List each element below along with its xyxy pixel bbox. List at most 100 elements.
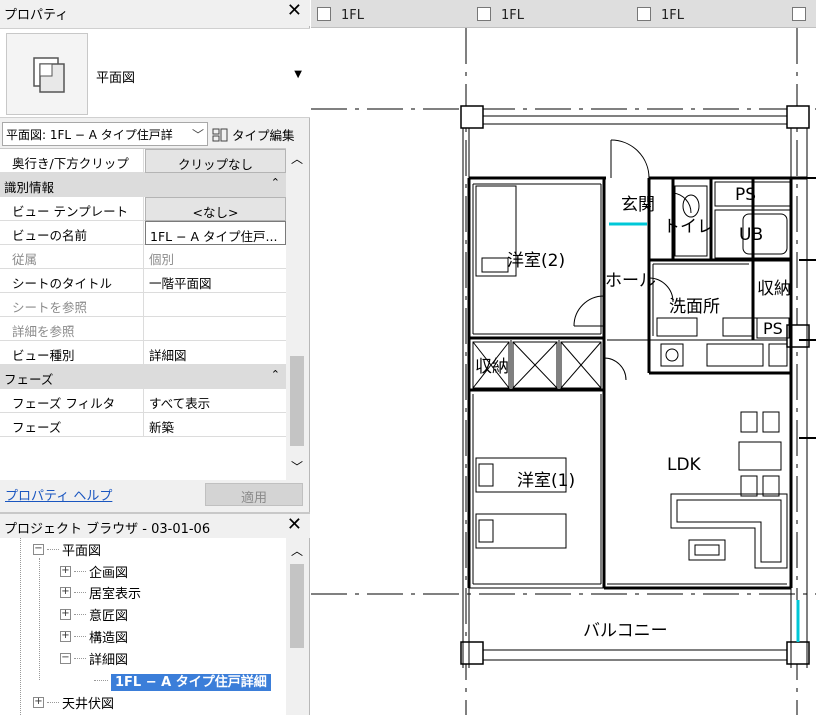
tree-node-label: 構造図 xyxy=(89,631,129,646)
prop-label: ビューの名前 xyxy=(0,221,144,245)
view-tab-icon xyxy=(477,7,491,21)
collapse-icon[interactable]: − xyxy=(60,653,71,664)
type-selector[interactable]: 平面図 ▼ xyxy=(0,28,310,118)
prop-row: 従属 個別 xyxy=(0,245,286,269)
view-tab-label: 1FL xyxy=(341,8,364,23)
type-dropdown-icon[interactable]: ▼ xyxy=(294,69,302,80)
tree-connector xyxy=(74,636,86,637)
prop-row: ビュー種別 詳細図 xyxy=(0,341,286,365)
prop-label: 詳細を参照 xyxy=(0,317,144,341)
view-type-field[interactable]: 詳細図 xyxy=(145,341,286,365)
tree-guide xyxy=(39,558,40,680)
project-tree-scrollbar[interactable]: ︿ xyxy=(286,538,308,715)
view-tab-icon xyxy=(792,7,806,21)
project-browser-titlebar: プロジェクト ブラウザ - 03-01-06 ✕ xyxy=(0,512,310,538)
expand-icon[interactable]: + xyxy=(60,566,71,577)
prop-label: シートのタイトル xyxy=(0,269,144,293)
view-tab[interactable]: 1FL xyxy=(317,0,364,28)
drawing-canvas[interactable]: 1FL 1FL 1FL 玄関 トイレ PS UB 洋室(2) ホール 洗面所 収… xyxy=(311,0,816,715)
prop-row: フェーズ フィルタ すべて表示 xyxy=(0,389,286,413)
properties-scrollbar[interactable]: ︿ ﹀ xyxy=(286,148,308,480)
type-name: 平面図 xyxy=(96,71,136,86)
scroll-thumb[interactable] xyxy=(290,564,304,648)
tree-connector xyxy=(94,680,108,681)
view-tab-icon xyxy=(637,7,651,21)
tree-node-kyoshitsu[interactable]: + 居室表示 xyxy=(60,583,141,605)
tree-guide xyxy=(20,538,21,715)
view-tab[interactable]: 1FL xyxy=(477,0,524,28)
room-label-ps2: PS xyxy=(763,319,783,338)
tree-connector xyxy=(74,614,86,615)
tree-node-kikaku[interactable]: + 企画図 xyxy=(60,562,128,584)
prop-label: 奥行き/下方クリップ xyxy=(0,149,144,173)
room-label-shuno: 収納 xyxy=(475,357,509,377)
tree-node-isho[interactable]: + 意匠図 xyxy=(60,605,128,627)
project-browser-close-icon[interactable]: ✕ xyxy=(287,514,302,535)
tree-node-ceiling[interactable]: + 天井伏図 xyxy=(33,693,114,715)
floor-plan-icon xyxy=(6,33,88,115)
room-label-genkan: 玄関 xyxy=(621,195,655,215)
sheet-title-field[interactable]: 一階平面図 xyxy=(145,269,286,293)
scroll-up-icon[interactable]: ︿ xyxy=(291,542,303,559)
expand-icon[interactable]: + xyxy=(33,697,44,708)
view-tab[interactable]: 1FL xyxy=(637,0,684,28)
tree-node-label: 居室表示 xyxy=(89,587,142,602)
room-label-ldk: LDK xyxy=(667,455,702,475)
collapse-icon[interactable]: ⌃ xyxy=(271,368,280,381)
collapse-icon[interactable]: − xyxy=(33,544,44,555)
tree-connector xyxy=(74,658,86,659)
apply-button[interactable]: 適用 xyxy=(205,483,303,506)
tree-node-plan[interactable]: − 平面図 xyxy=(33,540,101,562)
room-label-shuno-right: 収納 xyxy=(757,279,791,299)
tree-node-label: 詳細図 xyxy=(89,653,129,668)
chevron-down-icon: ﹀ xyxy=(191,128,204,142)
tree-connector xyxy=(74,592,86,593)
tree-node-selected-view[interactable]: 1FL − A タイプ住戸詳細 xyxy=(94,671,271,693)
expand-icon[interactable]: + xyxy=(60,609,71,620)
depth-clipping-button[interactable]: クリップなし xyxy=(145,149,286,173)
edit-type-label: タイプ編集 xyxy=(231,128,295,143)
tree-node-kozo[interactable]: + 構造図 xyxy=(60,627,128,649)
prop-label: ビュー種別 xyxy=(0,341,144,365)
section-identity[interactable]: 識別情報 ⌃ xyxy=(0,173,286,197)
expand-icon[interactable]: + xyxy=(60,587,71,598)
view-instance-select[interactable]: 平面図: 1FL − A タイプ住戸詳 ﹀ xyxy=(2,122,208,146)
section-label: 識別情報 xyxy=(4,180,55,195)
view-template-button[interactable]: <なし> xyxy=(145,197,286,221)
room-label-ub: UB xyxy=(739,225,763,245)
section-label: フェーズ xyxy=(4,372,54,387)
help-row: プロパティ ヘルプ 適用 xyxy=(0,481,310,509)
expand-icon[interactable]: + xyxy=(60,631,71,642)
properties-close-icon[interactable]: ✕ xyxy=(287,0,302,21)
properties-title: プロパティ xyxy=(4,8,69,23)
view-name-field[interactable]: 1FL − A タイプ住戸... xyxy=(145,221,286,245)
scroll-up-icon[interactable]: ︿ xyxy=(291,150,303,167)
tree-node-label: 企画図 xyxy=(89,566,129,581)
phase-filter-field[interactable]: すべて表示 xyxy=(145,389,286,413)
tree-connector xyxy=(74,571,86,572)
scroll-thumb[interactable] xyxy=(290,356,304,446)
properties-help-link[interactable]: プロパティ ヘルプ xyxy=(5,485,112,504)
scroll-down-icon[interactable]: ﹀ xyxy=(291,458,303,475)
prop-row: ビューの名前 1FL − A タイプ住戸... xyxy=(0,221,286,245)
floor-plan[interactable]: 玄関 トイレ PS UB 洋室(2) ホール 洗面所 収納 収納 PS 洋室(1… xyxy=(311,28,816,715)
edit-type-button[interactable]: タイプ編集 xyxy=(212,125,295,144)
edit-type-icon xyxy=(212,128,228,142)
view-tab-bar: 1FL 1FL 1FL xyxy=(311,0,816,28)
properties-grid: 奥行き/下方クリップ クリップなし 識別情報 ⌃ ビュー テンプレート <なし>… xyxy=(0,148,286,480)
room-label-toilet: トイレ xyxy=(663,217,714,237)
view-tab[interactable] xyxy=(792,0,816,28)
section-phase[interactable]: フェーズ ⌃ xyxy=(0,365,286,389)
collapse-icon[interactable]: ⌃ xyxy=(271,176,280,189)
phase-field[interactable]: 新築 xyxy=(145,413,286,437)
tree-node-label: 1FL − A タイプ住戸詳細 xyxy=(111,674,271,691)
project-browser-title: プロジェクト ブラウザ - 03-01-06 xyxy=(4,522,211,537)
tree-node-label: 平面図 xyxy=(62,544,102,559)
prop-value xyxy=(145,317,286,341)
prop-row: 奥行き/下方クリップ クリップなし xyxy=(0,149,286,173)
prop-row: ビュー テンプレート <なし> xyxy=(0,197,286,221)
prop-row: シートのタイトル 一階平面図 xyxy=(0,269,286,293)
view-row: 平面図: 1FL − A タイプ住戸詳 ﹀ タイプ編集 xyxy=(0,121,310,147)
tree-node-shosai[interactable]: − 詳細図 xyxy=(60,649,128,671)
properties-titlebar: プロパティ ✕ xyxy=(0,0,310,26)
